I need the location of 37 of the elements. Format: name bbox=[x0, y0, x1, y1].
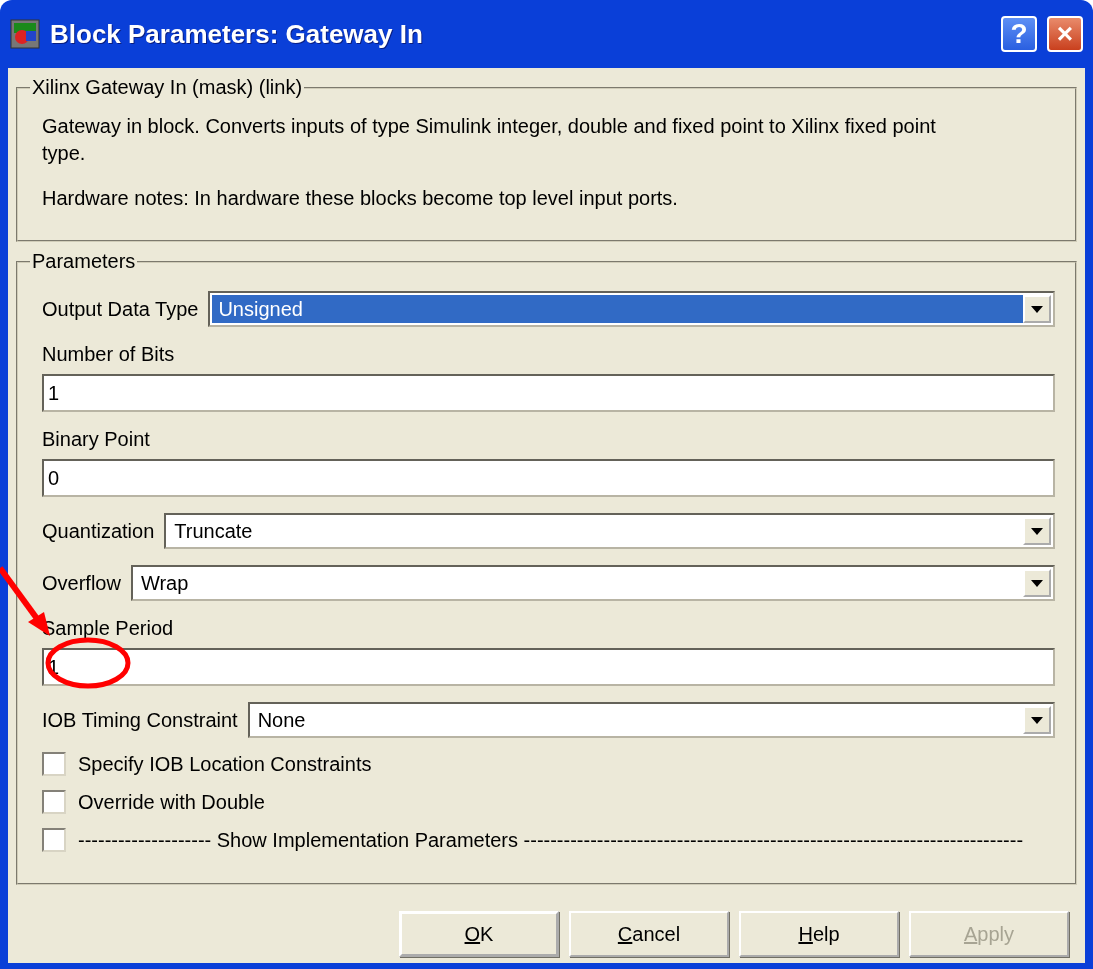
dropdown-value: Wrap bbox=[139, 570, 190, 596]
checkbox[interactable] bbox=[42, 752, 66, 776]
dropdown-arrow-icon bbox=[1031, 716, 1043, 724]
field-label: Output Data Type bbox=[42, 297, 199, 321]
field-label: Binary Point bbox=[42, 428, 151, 451]
description-text: Hardware notes: In hardware these blocks become top level input ports. bbox=[42, 186, 679, 211]
group-title: Xilinx Gateway In (mask) (link) bbox=[31, 76, 304, 99]
description-text: Gateway in block. Converts inputs of type Simulink integer, double and fixed point to Xilinx fixed point type. bbox=[42, 114, 937, 166]
dropdown-value: Unsigned bbox=[212, 295, 1023, 323]
field-label: Quantization bbox=[42, 519, 155, 543]
input-field[interactable]: 0 bbox=[42, 459, 1055, 497]
dropdown-field[interactable]: Unsigned bbox=[208, 291, 1055, 327]
field-label: Overflow bbox=[42, 571, 121, 595]
dropdown-field[interactable]: Truncate bbox=[164, 513, 1055, 549]
dialog-button[interactable]: Help bbox=[739, 911, 899, 957]
dropdown-value: None bbox=[256, 707, 307, 733]
dropdown-field[interactable]: Wrap bbox=[130, 565, 1055, 601]
checkbox-label: Override with Double bbox=[78, 790, 265, 814]
app-icon bbox=[10, 19, 40, 49]
checkbox-label: Specify IOB Location Constraints bbox=[78, 752, 372, 776]
checkbox[interactable] bbox=[42, 828, 66, 852]
dropdown-arrow-icon bbox=[1031, 305, 1043, 313]
checkbox-label: -------------------- Show Implementation Parameters --------------------------------------------------------------------------- bbox=[78, 828, 1024, 852]
input-field[interactable]: 1 bbox=[42, 374, 1055, 412]
dropdown-value: Truncate bbox=[173, 518, 254, 544]
dropdown-field[interactable]: None bbox=[247, 702, 1055, 738]
checkbox[interactable] bbox=[42, 790, 66, 814]
help-button[interactable]: ? bbox=[1001, 16, 1037, 52]
field-label: IOB Timing Constraint bbox=[42, 708, 238, 732]
window-title: Block Parameters: Gateway In bbox=[50, 18, 424, 50]
dropdown-arrow-icon bbox=[1031, 579, 1043, 587]
group-title: Parameters bbox=[31, 250, 137, 273]
close-button[interactable]: × bbox=[1047, 16, 1083, 52]
dropdown-arrow-icon bbox=[1031, 527, 1043, 535]
field-label: Number of Bits bbox=[42, 343, 176, 366]
dialog-button[interactable]: OK bbox=[399, 911, 559, 957]
dialog-button[interactable]: Cancel bbox=[569, 911, 729, 957]
